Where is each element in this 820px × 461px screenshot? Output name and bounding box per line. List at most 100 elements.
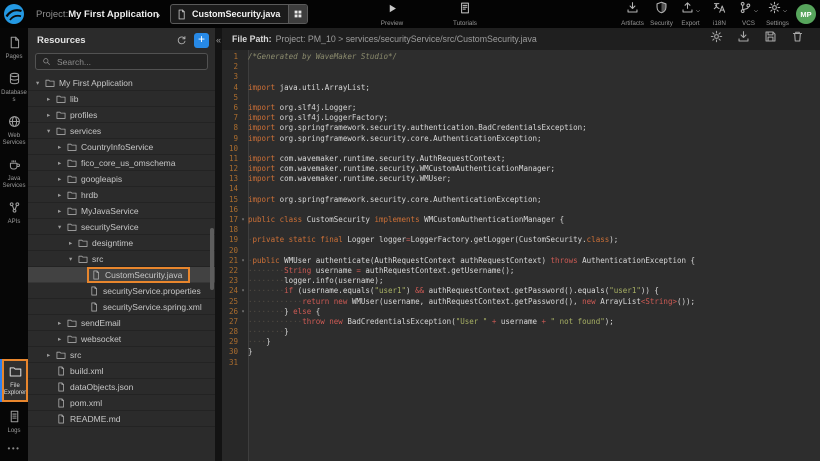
code-area[interactable]: 1/*Generated by WaveMaker Studio*/234imp… [222, 50, 820, 461]
code-text: ·public WMUser authenticate(AuthRequestC… [248, 256, 820, 266]
tool-vcs-button[interactable]: VCS [734, 0, 763, 28]
line-number: 30 [222, 347, 238, 357]
tree-scrollbar[interactable] [210, 228, 214, 290]
tree-item-src[interactable]: ▾src [28, 251, 215, 267]
code-text [248, 358, 820, 368]
tree-item-websocket[interactable]: ▸websocket [28, 331, 215, 347]
tree-item-dataobjects-json[interactable]: dataObjects.json [28, 379, 215, 395]
chevron-collapsed-icon[interactable]: ▸ [47, 111, 56, 119]
line-number: 29 [222, 337, 238, 347]
rail-item-apis[interactable]: APIs [0, 197, 28, 229]
tool-label: Settings [766, 20, 789, 27]
line-number: 4 [222, 83, 238, 93]
tree-item-src[interactable]: ▸src [28, 347, 215, 363]
chevron-collapsed-icon[interactable]: ▸ [58, 143, 67, 151]
grid-view-icon[interactable] [288, 5, 307, 23]
tree-item-sendemail[interactable]: ▸sendEmail [28, 315, 215, 331]
chevron-collapsed-icon[interactable]: ▸ [58, 207, 67, 215]
chevron-expanded-icon[interactable]: ▾ [47, 127, 56, 135]
rail-item-databases[interactable]: Databases [0, 68, 28, 107]
chevron-collapsed-icon[interactable]: ▸ [58, 191, 67, 199]
chevron-collapsed-icon[interactable]: ▸ [58, 319, 67, 327]
tree-item-label: hrdb [81, 190, 98, 200]
tree-item-hrdb[interactable]: ▸ hrdb [28, 187, 215, 203]
folder-icon [78, 254, 88, 264]
tree-item-securityservice-spring-xml[interactable]: securityService.spring.xml [28, 299, 215, 315]
chevron-collapsed-icon[interactable]: ▸ [58, 159, 67, 167]
rail-item-file-explorer[interactable]: File Explorer [2, 359, 28, 402]
folder-icon [78, 238, 88, 248]
line-number: 26 [222, 307, 238, 317]
tool-security-button[interactable]: Security [647, 0, 676, 28]
tree-item-customsecurity-java[interactable]: CustomSecurity.java [28, 267, 215, 283]
fold-toggle-icon[interactable]: ▾ [238, 256, 248, 266]
chevron-expanded-icon[interactable]: ▾ [69, 255, 78, 263]
collapse-panel-button[interactable]: « [215, 35, 222, 45]
fold-gutter [238, 103, 248, 113]
fold-gutter [238, 358, 248, 368]
tree-item-myjavaservice[interactable]: ▸MyJavaService [28, 203, 215, 219]
save-file-button[interactable] [764, 30, 777, 48]
tree-item-label: securityService.properties [103, 286, 201, 296]
tree-item-googleapis[interactable]: ▸ googleapis [28, 171, 215, 187]
rail-item-pages[interactable]: Pages [0, 32, 28, 64]
fold-gutter [238, 225, 248, 235]
code-text: import org.springframework.security.auth… [248, 123, 820, 133]
tree-item-securityservice-properties[interactable]: securityService.properties [28, 283, 215, 299]
chevron-collapsed-icon[interactable]: ▸ [58, 335, 67, 343]
tree-item-build-xml[interactable]: build.xml [28, 363, 215, 379]
open-file-tab[interactable]: CustomSecurity.java [170, 4, 308, 24]
tool-i18n-button[interactable]: i18N [705, 0, 734, 28]
chevron-collapsed-icon[interactable]: ▸ [47, 95, 56, 103]
editor-settings-button[interactable] [710, 30, 723, 48]
user-avatar[interactable]: MP [796, 4, 816, 24]
panel-strip: « [215, 28, 222, 461]
topbar-tools: ArtifactsSecurityExporti18NVCSSettings [618, 0, 792, 28]
chevron-collapsed-icon[interactable]: ▸ [69, 239, 78, 247]
code-text: import com.wavemaker.runtime.security.WM… [248, 174, 820, 184]
tree-item-securityservice[interactable]: ▾securityService [28, 219, 215, 235]
code-text: /*Generated by WaveMaker Studio*/ [248, 52, 820, 62]
preview-button[interactable]: Preview [374, 0, 410, 28]
fold-gutter [238, 347, 248, 357]
tutorials-button[interactable]: Tutorials [445, 0, 485, 28]
tree-item-pom-xml[interactable]: pom.xml [28, 395, 215, 411]
tree-item-label: googleapis [81, 174, 122, 184]
tree-item-designtime[interactable]: ▸designtime [28, 235, 215, 251]
fold-toggle-icon[interactable]: ▾ [238, 307, 248, 317]
tree-item-lib[interactable]: ▸lib [28, 91, 215, 107]
chevron-collapsed-icon[interactable]: ▸ [58, 175, 67, 183]
code-text [248, 93, 820, 103]
chevron-expanded-icon[interactable]: ▾ [58, 223, 67, 231]
tree-item-fico-core-us-omschema[interactable]: ▸fico_core_us_omschema [28, 155, 215, 171]
rail-item-web-services[interactable]: Web Services [0, 111, 28, 150]
tree-item-profiles[interactable]: ▸profiles [28, 107, 215, 123]
search-input[interactable] [55, 56, 201, 68]
artifacts-download-icon [737, 30, 750, 48]
tree-item-countryinfoservice[interactable]: ▸CountryInfoService [28, 139, 215, 155]
wavemaker-logo-icon[interactable] [3, 3, 25, 25]
rail-item-java-services[interactable]: Java Services [0, 154, 28, 193]
refresh-icon[interactable] [176, 35, 187, 46]
fold-toggle-icon[interactable]: ▾ [238, 215, 248, 225]
fold-gutter [238, 317, 248, 327]
fold-gutter [238, 327, 248, 337]
fold-toggle-icon[interactable]: ▾ [238, 286, 248, 296]
tool-artifacts-button[interactable]: Artifacts [618, 0, 647, 28]
rail-more-button[interactable]: ••• [8, 444, 21, 453]
tool-settings-button[interactable]: Settings [763, 0, 792, 28]
code-text: ········} else { [248, 307, 820, 317]
project-label: Project: [36, 9, 68, 20]
chevron-collapsed-icon[interactable]: ▸ [47, 351, 56, 359]
chevron-expanded-icon[interactable]: ▾ [36, 79, 45, 87]
tree-item-readme-md[interactable]: README.md [28, 411, 215, 427]
line-number: 23 [222, 276, 238, 286]
download-file-button[interactable] [737, 30, 750, 48]
tree-item-services[interactable]: ▾services [28, 123, 215, 139]
delete-file-button[interactable] [791, 30, 804, 48]
add-resource-button[interactable]: + [194, 33, 209, 48]
tool-export-button[interactable]: Export [676, 0, 705, 28]
code-text [248, 246, 820, 256]
tree-item-my-first-application[interactable]: ▾My First Application [28, 75, 215, 91]
rail-item-logs[interactable]: Logs [0, 406, 28, 438]
